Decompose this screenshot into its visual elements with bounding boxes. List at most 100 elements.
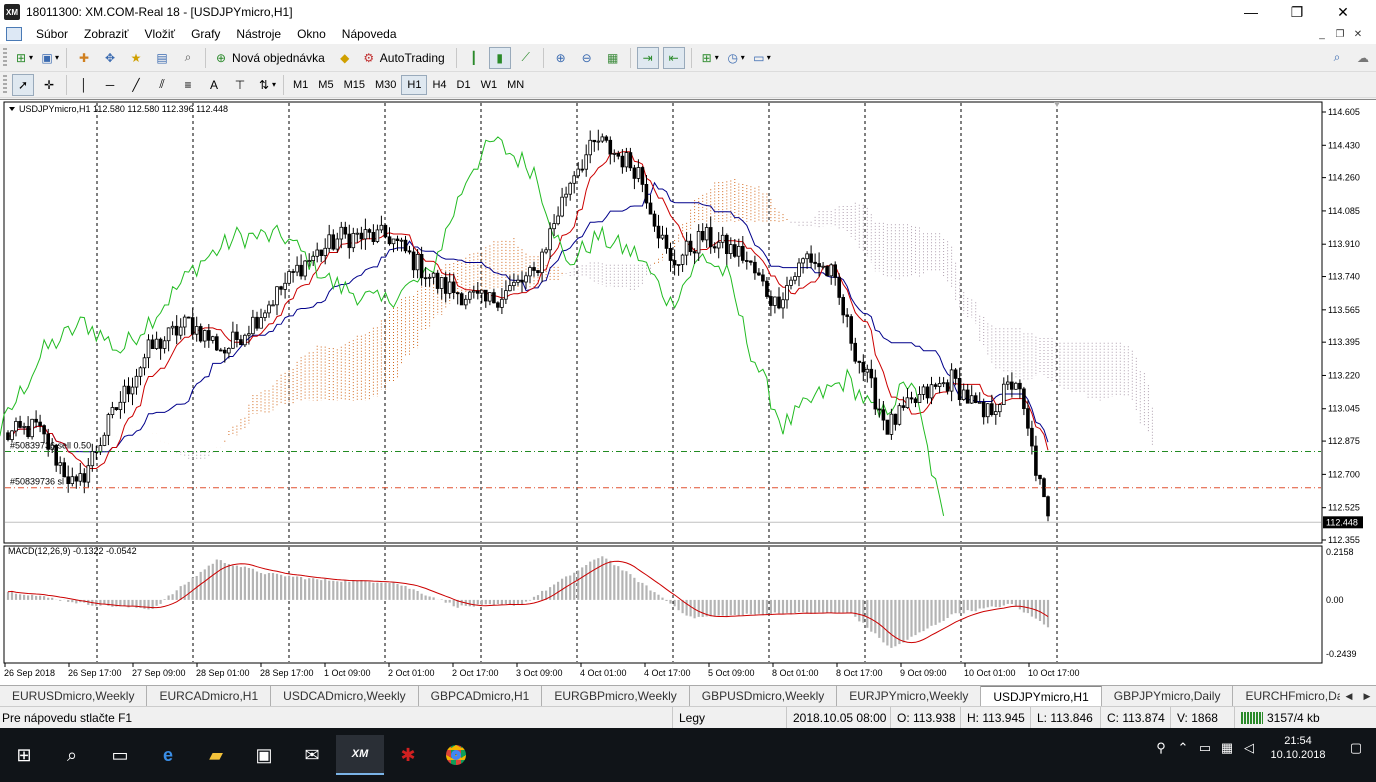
- candle-body: [640, 167, 645, 185]
- chart-tab[interactable]: EURJPYmicro,Weekly: [837, 686, 982, 706]
- trendline-button[interactable]: ╱: [125, 74, 147, 96]
- network-icon[interactable]: ▦: [1216, 740, 1238, 756]
- timeframe-m1-button[interactable]: M1: [288, 75, 313, 95]
- equidistant-channel-button[interactable]: ⫽: [151, 74, 173, 96]
- mail-button[interactable]: ✉: [288, 735, 336, 775]
- tab-scroll-buttons[interactable]: ◀ ▶: [1340, 686, 1376, 706]
- timeframe-d1-button[interactable]: D1: [452, 75, 476, 95]
- toolbar-grip[interactable]: [3, 47, 7, 68]
- chart-window-icon[interactable]: [6, 27, 22, 41]
- volume-icon[interactable]: ◁: [1238, 740, 1260, 756]
- autotrading-button[interactable]: ⚙ AutoTrading: [360, 47, 450, 69]
- candle-body: [14, 420, 18, 432]
- candle-body: [757, 272, 761, 276]
- menu-view[interactable]: Zobraziť: [76, 27, 137, 41]
- menu-charts[interactable]: Grafy: [183, 27, 228, 41]
- strategy-tester-button[interactable]: ⌕: [177, 47, 199, 69]
- new-chart-button[interactable]: ⊞ ▾: [12, 47, 34, 69]
- battery-icon[interactable]: ▭: [1194, 740, 1216, 756]
- status-connection[interactable]: 3157/4 kb: [1234, 706, 1376, 729]
- maximize-button[interactable]: ❐: [1274, 0, 1320, 24]
- chrome-button[interactable]: [432, 735, 480, 775]
- candle-body: [793, 276, 797, 281]
- horizontal-line-button[interactable]: ─: [99, 74, 121, 96]
- task-view-button[interactable]: ▭: [96, 735, 144, 775]
- navigator-button[interactable]: ★: [125, 47, 147, 69]
- timeframe-mn-button[interactable]: MN: [502, 75, 529, 95]
- scroll-right-icon[interactable]: ▶: [1364, 691, 1371, 702]
- chat-button[interactable]: ☁: [1352, 47, 1374, 69]
- candle-body: [110, 407, 115, 415]
- people-icon[interactable]: ⚲: [1150, 740, 1172, 756]
- chart-tab[interactable]: GBPCADmicro,H1: [419, 686, 543, 706]
- mdi-close-icon[interactable]: ✕: [1350, 26, 1366, 42]
- chevron-up-icon[interactable]: ⌃: [1172, 740, 1194, 756]
- cursor-button[interactable]: ➚: [12, 73, 34, 96]
- menu-tools[interactable]: Nástroje: [228, 27, 289, 41]
- line-chart-button[interactable]: ⟋: [515, 47, 537, 69]
- clock[interactable]: 21:54 10.10.2018: [1260, 734, 1336, 762]
- close-button[interactable]: ✕: [1320, 0, 1366, 24]
- candle-body: [933, 384, 938, 387]
- zoom-out-button[interactable]: ⊖: [576, 47, 598, 69]
- candlestick-button[interactable]: ▮: [488, 46, 511, 69]
- candle-body: [10, 430, 14, 440]
- vertical-line-button[interactable]: │: [73, 74, 95, 96]
- zoom-in-button[interactable]: ⊕: [550, 47, 572, 69]
- tile-windows-button[interactable]: ▦: [602, 47, 624, 69]
- toolbar-grip[interactable]: [3, 74, 7, 95]
- menu-window[interactable]: Okno: [289, 27, 334, 41]
- timeframe-m5-button[interactable]: M5: [313, 75, 338, 95]
- minimize-button[interactable]: —: [1228, 0, 1274, 24]
- candle-body: [508, 285, 512, 292]
- status-profile[interactable]: Legy: [672, 706, 786, 729]
- notifications-icon[interactable]: ▢: [1336, 740, 1376, 756]
- text-button[interactable]: A: [203, 74, 225, 96]
- chart-tab[interactable]: GBPJPYmicro,Daily: [1102, 686, 1234, 706]
- crosshair-button[interactable]: ✛: [38, 74, 60, 96]
- indicators-button[interactable]: ⊞ ▾: [698, 47, 720, 69]
- timeframe-h4-button[interactable]: H4: [427, 75, 451, 95]
- timeframe-h1-button[interactable]: H1: [401, 74, 428, 95]
- search-button[interactable]: ⌕: [1326, 47, 1348, 69]
- profiles-button[interactable]: ▣ ▾: [38, 47, 60, 69]
- timeframe-m30-button[interactable]: M30: [370, 75, 401, 95]
- menu-help[interactable]: Nápoveda: [334, 27, 405, 41]
- mdi-restore-icon[interactable]: ❐: [1332, 26, 1348, 42]
- autoscroll-button[interactable]: ⇥: [636, 46, 659, 69]
- candle-body: [901, 405, 906, 408]
- market-watch-button[interactable]: ✚: [73, 47, 95, 69]
- store-button[interactable]: ▣: [240, 735, 288, 775]
- new-order-button[interactable]: ⊕ Nová objednávka: [212, 47, 330, 69]
- edge-button[interactable]: e: [144, 735, 192, 775]
- timeframe-m15-button[interactable]: M15: [339, 75, 370, 95]
- scroll-left-icon[interactable]: ◀: [1346, 691, 1353, 702]
- start-button[interactable]: ⊞: [0, 735, 48, 775]
- xm-taskbar-button[interactable]: XM: [336, 735, 384, 775]
- chart-tab[interactable]: EURGBPmicro,Weekly: [542, 686, 690, 706]
- periods-button[interactable]: ◷ ▾: [724, 47, 746, 69]
- bar-chart-button[interactable]: ┃: [463, 47, 485, 69]
- chart-tab[interactable]: EURUSDmicro,Weekly: [0, 686, 148, 706]
- arrows-button[interactable]: ⇅ ▾: [255, 74, 277, 96]
- chart-tab[interactable]: GBPUSDmicro,Weekly: [690, 686, 838, 706]
- metaeditor-button[interactable]: ◆: [334, 47, 356, 69]
- mdi-minimize-icon[interactable]: _: [1314, 26, 1330, 42]
- chart-tab[interactable]: USDJPYmicro,H1: [981, 686, 1102, 706]
- chart-shift-button[interactable]: ⇤: [662, 46, 685, 69]
- explorer-button[interactable]: ▰: [192, 735, 240, 775]
- templates-button[interactable]: ▭ ▾: [750, 47, 772, 69]
- menu-file[interactable]: Súbor: [28, 27, 76, 41]
- timeframe-w1-button[interactable]: W1: [476, 75, 503, 95]
- search-taskbar-button[interactable]: ⌕: [48, 735, 96, 775]
- terminal-button[interactable]: ▤: [151, 47, 173, 69]
- chart-tab[interactable]: USDCADmicro,Weekly: [271, 686, 419, 706]
- chart-window[interactable]: #50839736 sell 0.50 #50839736 sl 114.605 1…: [0, 99, 1376, 685]
- text-label-button[interactable]: ⊤: [229, 74, 251, 96]
- app-red-button[interactable]: ✱: [384, 735, 432, 775]
- menu-insert[interactable]: Vložiť: [137, 27, 184, 41]
- data-window-button[interactable]: ✥: [99, 47, 121, 69]
- chart-canvas[interactable]: #50839736 sell 0.50#50839736 sl 114.6051…: [0, 100, 1376, 686]
- chart-tab[interactable]: EURCADmicro,H1: [147, 686, 272, 706]
- fibonacci-button[interactable]: ≡: [177, 74, 199, 96]
